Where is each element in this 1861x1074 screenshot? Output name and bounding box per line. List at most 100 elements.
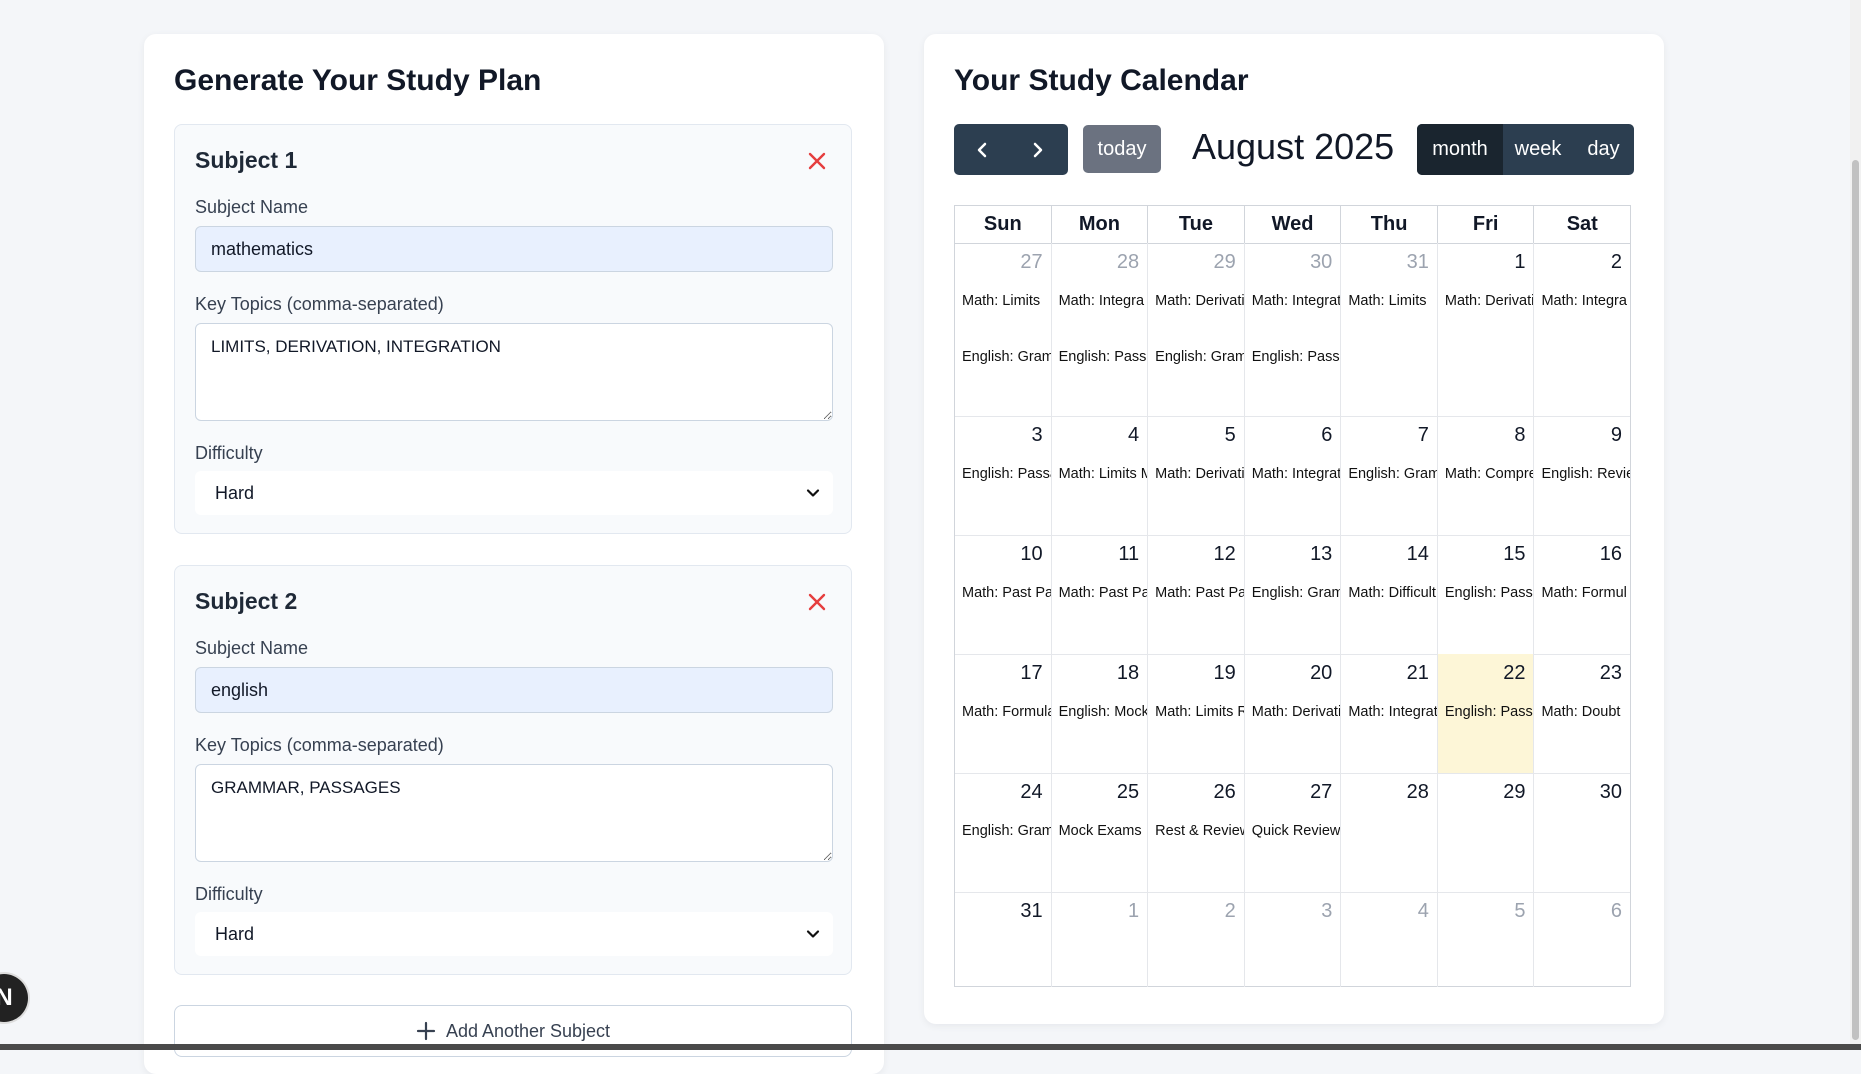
- day-cell[interactable]: 27 Math: Limits English: Gramm: [955, 243, 1052, 416]
- remove-subject-button[interactable]: [805, 590, 829, 614]
- day-cell[interactable]: 23 Math: Doubt: [1534, 654, 1630, 773]
- day-cell[interactable]: 21 Math: Integration Review: [1341, 654, 1438, 773]
- day-number[interactable]: 31: [1407, 251, 1429, 274]
- day-cell[interactable]: 12 Math: Past Pape: [1148, 535, 1245, 654]
- day-number[interactable]: 19: [1213, 662, 1235, 685]
- event-title[interactable]: English: Passage Drill: [1445, 704, 1534, 720]
- key-topics-textarea[interactable]: LIMITS, DERIVATION, INTEGRATION: [195, 323, 833, 421]
- event-title[interactable]: Math: Integration Mock: [1252, 466, 1341, 482]
- event-title[interactable]: Math: Comprehensive: [1445, 466, 1534, 482]
- day-cell[interactable]: 10 Math: Past Pape: [955, 535, 1052, 654]
- day-cell[interactable]: 5: [1438, 892, 1535, 987]
- day-number[interactable]: 23: [1600, 662, 1622, 685]
- day-cell[interactable]: 29 Math: Derivatio English: Grammar: [1148, 243, 1245, 416]
- event-title[interactable]: Mock Exams: [1059, 823, 1142, 839]
- day-cell[interactable]: 26 Rest & Review: [1148, 773, 1245, 892]
- event-title[interactable]: English: Passage Practice: [1445, 585, 1534, 601]
- day-cell[interactable]: 31 Math: Limits: [1341, 243, 1438, 416]
- day-cell[interactable]: 11 Math: Past Pape: [1052, 535, 1149, 654]
- day-cell[interactable]: 20 Math: Derivation Review: [1245, 654, 1342, 773]
- day-cell[interactable]: 5 Math: Derivatio: [1148, 416, 1245, 535]
- day-number[interactable]: 15: [1503, 543, 1525, 566]
- day-number[interactable]: 29: [1503, 781, 1525, 804]
- day-number[interactable]: 31: [1020, 900, 1042, 923]
- event-title[interactable]: Rest & Review: [1155, 823, 1244, 839]
- event-title[interactable]: Math: Past Pape: [1059, 585, 1148, 601]
- day-cell[interactable]: 30: [1534, 773, 1630, 892]
- day-cell[interactable]: 25 Mock Exams: [1052, 773, 1149, 892]
- day-number[interactable]: 12: [1213, 543, 1235, 566]
- subject-name-input[interactable]: [195, 226, 833, 272]
- prev-button[interactable]: [954, 124, 1010, 175]
- event-title[interactable]: Math: Past Pape: [962, 585, 1051, 601]
- day-number[interactable]: 26: [1213, 781, 1235, 804]
- day-number[interactable]: 4: [1128, 424, 1139, 447]
- day-cell[interactable]: 27 Quick Review: [1245, 773, 1342, 892]
- event-title[interactable]: Math: Formul: [1541, 585, 1626, 601]
- day-number[interactable]: 14: [1407, 543, 1429, 566]
- day-cell[interactable]: 13 English: Grammar: [1245, 535, 1342, 654]
- floating-avatar-button[interactable]: N: [0, 974, 28, 1022]
- day-cell[interactable]: 4 Math: Limits Mock: [1052, 416, 1149, 535]
- event-title[interactable]: Math: Formula: [962, 704, 1051, 720]
- event-title[interactable]: English: Gramm: [962, 823, 1051, 839]
- event-title[interactable]: Math: Integration Review: [1348, 704, 1437, 720]
- key-topics-textarea[interactable]: GRAMMAR, PASSAGES: [195, 764, 833, 862]
- day-cell[interactable]: 7 English: Grammar Mock: [1341, 416, 1438, 535]
- event-title[interactable]: English: Gramm: [962, 349, 1051, 365]
- day-cell[interactable]: 16 Math: Formul: [1534, 535, 1630, 654]
- day-number[interactable]: 20: [1310, 662, 1332, 685]
- day-number[interactable]: 21: [1407, 662, 1429, 685]
- day-cell[interactable]: 30 Math: Integrati English: Passages: [1245, 243, 1342, 416]
- event-title[interactable]: Math: Limits Mock: [1059, 466, 1148, 482]
- day-cell[interactable]: 15 English: Passage Practice: [1438, 535, 1535, 654]
- day-view-button[interactable]: day: [1573, 124, 1634, 175]
- day-number[interactable]: 17: [1020, 662, 1042, 685]
- day-number[interactable]: 7: [1418, 424, 1429, 447]
- day-cell[interactable]: 28 Math: Integra English: Passages: [1052, 243, 1149, 416]
- event-title[interactable]: English: Passag: [962, 466, 1051, 482]
- event-title[interactable]: English: Mock Exam: [1059, 704, 1148, 720]
- event-title[interactable]: Math: Limits: [1348, 293, 1426, 309]
- day-number[interactable]: 10: [1020, 543, 1042, 566]
- day-cell[interactable]: 6 Math: Integration Mock: [1245, 416, 1342, 535]
- day-cell[interactable]: 29: [1438, 773, 1535, 892]
- day-cell[interactable]: 8 Math: Comprehensive: [1438, 416, 1535, 535]
- day-cell[interactable]: 3 English: Passag: [955, 416, 1052, 535]
- day-number[interactable]: 11: [1118, 543, 1139, 566]
- event-title[interactable]: Math: Derivatio: [1445, 293, 1534, 309]
- event-title[interactable]: Quick Review: [1252, 823, 1341, 839]
- event-title[interactable]: English: Passages: [1059, 349, 1148, 365]
- day-number[interactable]: 6: [1611, 900, 1622, 923]
- day-number[interactable]: 1: [1514, 251, 1525, 274]
- day-number[interactable]: 28: [1117, 251, 1139, 274]
- day-number[interactable]: 30: [1600, 781, 1622, 804]
- day-cell[interactable]: 17 Math: Formula: [955, 654, 1052, 773]
- day-cell[interactable]: 4: [1341, 892, 1438, 987]
- day-number[interactable]: 28: [1407, 781, 1429, 804]
- day-number[interactable]: 13: [1310, 543, 1332, 566]
- event-title[interactable]: Math: Derivation Review: [1252, 704, 1341, 720]
- day-number[interactable]: 27: [1020, 251, 1042, 274]
- event-title[interactable]: Math: Past Pape: [1155, 585, 1244, 601]
- day-number[interactable]: 2: [1611, 251, 1622, 274]
- event-title[interactable]: Math: Derivatio: [1155, 293, 1244, 309]
- day-number[interactable]: 25: [1117, 781, 1139, 804]
- day-number[interactable]: 9: [1611, 424, 1622, 447]
- day-cell[interactable]: 9 English: Revie: [1534, 416, 1630, 535]
- day-cell[interactable]: 2 Math: Integra: [1534, 243, 1630, 416]
- month-view-button[interactable]: month: [1417, 124, 1503, 175]
- day-number[interactable]: 16: [1600, 543, 1622, 566]
- day-cell[interactable]: 31: [955, 892, 1052, 987]
- day-number[interactable]: 4: [1418, 900, 1429, 923]
- event-title[interactable]: Math: Integrati: [1252, 293, 1341, 309]
- event-title[interactable]: English: Grammar: [1252, 585, 1341, 601]
- day-number[interactable]: 8: [1514, 424, 1525, 447]
- day-cell[interactable]: 1: [1052, 892, 1149, 987]
- day-number[interactable]: 29: [1213, 251, 1235, 274]
- day-number[interactable]: 1: [1128, 900, 1139, 923]
- day-number[interactable]: 18: [1117, 662, 1139, 685]
- scrollbar-thumb[interactable]: [1852, 160, 1859, 1040]
- day-cell[interactable]: 18 English: Mock Exam: [1052, 654, 1149, 773]
- day-cell[interactable]: 3: [1245, 892, 1342, 987]
